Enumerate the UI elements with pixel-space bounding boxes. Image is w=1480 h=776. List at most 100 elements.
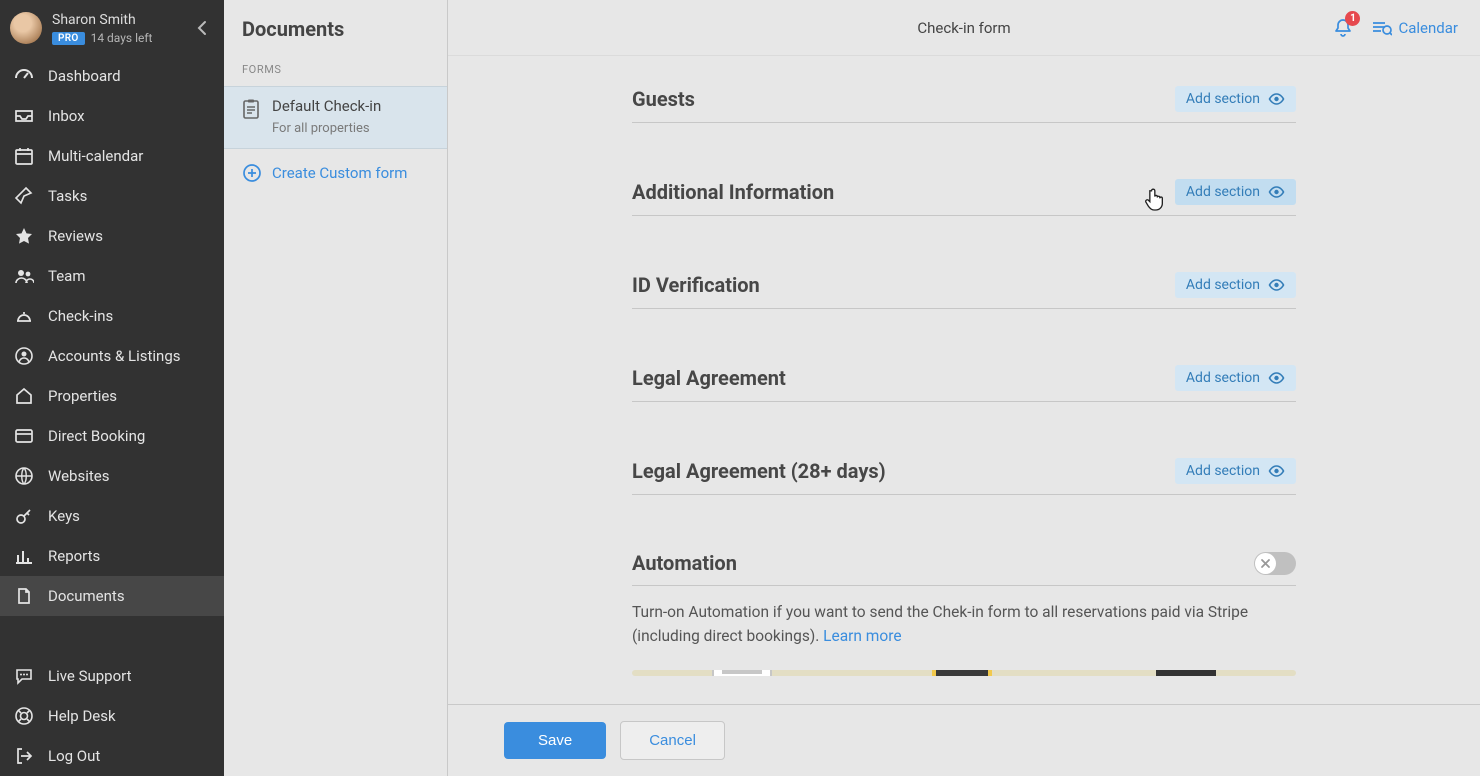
globe-icon: [14, 466, 34, 486]
bell-service-icon: [14, 306, 34, 326]
learn-more-link[interactable]: Learn more: [823, 627, 901, 645]
sidebar-item-help-desk[interactable]: Help Desk: [0, 696, 224, 736]
broom-icon: [14, 186, 34, 206]
nav-main: Dashboard Inbox Multi-calendar Tasks Rev…: [0, 56, 224, 656]
add-section-button[interactable]: Add section: [1175, 179, 1296, 205]
footer-actions: Save Cancel: [448, 704, 1480, 776]
section-additional-info: Additional Information Add section: [632, 171, 1296, 216]
sidebar-item-label: Properties: [48, 387, 117, 405]
automation-toggle[interactable]: [1254, 552, 1296, 575]
sidebar-item-label: Log Out: [48, 747, 100, 765]
add-section-label: Add section: [1186, 91, 1260, 107]
section-automation: Automation: [632, 543, 1296, 586]
eye-icon: [1268, 465, 1285, 477]
section-title: Additional Information: [632, 180, 834, 204]
sidebar-item-direct-booking[interactable]: Direct Booking: [0, 416, 224, 456]
sidebar-item-label: Keys: [48, 507, 80, 525]
chat-icon: [14, 666, 34, 686]
sidebar-item-properties[interactable]: Properties: [0, 376, 224, 416]
sidebar-item-accounts[interactable]: Accounts & Listings: [0, 336, 224, 376]
calendar-label: Calendar: [1398, 19, 1458, 37]
section-guests: Guests Add section: [632, 78, 1296, 123]
sidebar-item-label: Live Support: [48, 667, 132, 685]
add-section-label: Add section: [1186, 463, 1260, 479]
form-item-subtitle: For all properties: [272, 121, 381, 136]
cancel-button[interactable]: Cancel: [620, 721, 725, 760]
section-title: ID Verification: [632, 273, 760, 297]
logout-icon: [14, 746, 34, 766]
sidebar-item-team[interactable]: Team: [0, 256, 224, 296]
section-id-verification: ID Verification Add section: [632, 264, 1296, 309]
main-area: Check-in form 1 Calendar Guests Add sect…: [448, 0, 1480, 776]
key-icon: [14, 506, 34, 526]
sidebar-item-reviews[interactable]: Reviews: [0, 216, 224, 256]
page-title: Check-in form: [917, 19, 1010, 37]
eye-icon: [1268, 372, 1285, 384]
sidebar-item-multi-calendar[interactable]: Multi-calendar: [0, 136, 224, 176]
sidebar-item-label: Multi-calendar: [48, 147, 143, 165]
avatar: [10, 12, 42, 44]
lifebuoy-icon: [14, 706, 34, 726]
plus-circle-icon: [242, 163, 262, 183]
documents-panel: Documents Forms Default Check-in For all…: [224, 0, 448, 776]
add-section-button[interactable]: Add section: [1175, 365, 1296, 391]
illustration-phone-icon: [1156, 670, 1216, 676]
sidebar-item-label: Accounts & Listings: [48, 347, 181, 365]
automation-illustration: ID Verified: [632, 670, 1296, 676]
save-button[interactable]: Save: [504, 722, 606, 759]
create-custom-form-link[interactable]: Create Custom form: [224, 149, 447, 197]
automation-description: Turn-on Automation if you want to send t…: [632, 600, 1296, 648]
clipboard-icon: [242, 97, 260, 136]
sidebar-item-label: Check-ins: [48, 307, 113, 325]
eye-icon: [1268, 279, 1285, 291]
notifications-button[interactable]: 1: [1332, 17, 1354, 39]
pro-badge: PRO: [52, 32, 85, 45]
sidebar-item-label: Reports: [48, 547, 100, 565]
illustration-document-icon: [712, 670, 772, 676]
sidebar-item-inbox[interactable]: Inbox: [0, 96, 224, 136]
section-title: Legal Agreement (28+ days): [632, 459, 886, 483]
add-section-label: Add section: [1186, 184, 1260, 200]
calendar-icon: [14, 146, 34, 166]
add-section-button[interactable]: Add section: [1175, 458, 1296, 484]
sidebar-item-label: Websites: [48, 467, 109, 485]
sidebar-item-label: Documents: [48, 587, 125, 605]
chevron-left-icon: [197, 20, 207, 36]
user-name: Sharon Smith: [52, 11, 188, 29]
content-scroll[interactable]: Guests Add section Additional Informatio…: [448, 56, 1480, 776]
chart-bar-icon: [14, 546, 34, 566]
calendar-link[interactable]: Calendar: [1372, 19, 1458, 37]
user-circle-icon: [14, 346, 34, 366]
sidebar-collapse-button[interactable]: [188, 14, 216, 42]
add-section-button[interactable]: Add section: [1175, 272, 1296, 298]
section-title: Guests: [632, 87, 695, 111]
document-icon: [14, 586, 34, 606]
sidebar-item-live-support[interactable]: Live Support: [0, 656, 224, 696]
add-section-button[interactable]: Add section: [1175, 86, 1296, 112]
toggle-knob-off-icon: [1255, 553, 1276, 574]
panel-subhead: Forms: [224, 63, 447, 86]
sidebar-item-documents[interactable]: Documents: [0, 576, 224, 616]
sidebar-item-logout[interactable]: Log Out: [0, 736, 224, 776]
sidebar-item-label: Direct Booking: [48, 427, 145, 445]
sidebar-item-keys[interactable]: Keys: [0, 496, 224, 536]
section-legal-agreement-28: Legal Agreement (28+ days) Add section: [632, 450, 1296, 495]
days-left: 14 days left: [91, 31, 153, 45]
sidebar-item-label: Reviews: [48, 227, 103, 245]
section-legal-agreement: Legal Agreement Add section: [632, 357, 1296, 402]
user-block[interactable]: Sharon Smith PRO 14 days left: [0, 0, 224, 56]
eye-icon: [1268, 93, 1285, 105]
sidebar-item-label: Dashboard: [48, 67, 121, 85]
add-section-label: Add section: [1186, 277, 1260, 293]
sidebar-item-tasks[interactable]: Tasks: [0, 176, 224, 216]
sidebar-item-label: Inbox: [48, 107, 85, 125]
sidebar-item-websites[interactable]: Websites: [0, 456, 224, 496]
form-item-default-checkin[interactable]: Default Check-in For all properties: [224, 86, 447, 149]
sidebar-item-checkins[interactable]: Check-ins: [0, 296, 224, 336]
sidebar-item-reports[interactable]: Reports: [0, 536, 224, 576]
notification-badge: 1: [1345, 11, 1360, 26]
add-section-label: Add section: [1186, 370, 1260, 386]
sidebar-item-label: Team: [48, 267, 86, 285]
sidebar-item-dashboard[interactable]: Dashboard: [0, 56, 224, 96]
home-icon: [14, 386, 34, 406]
